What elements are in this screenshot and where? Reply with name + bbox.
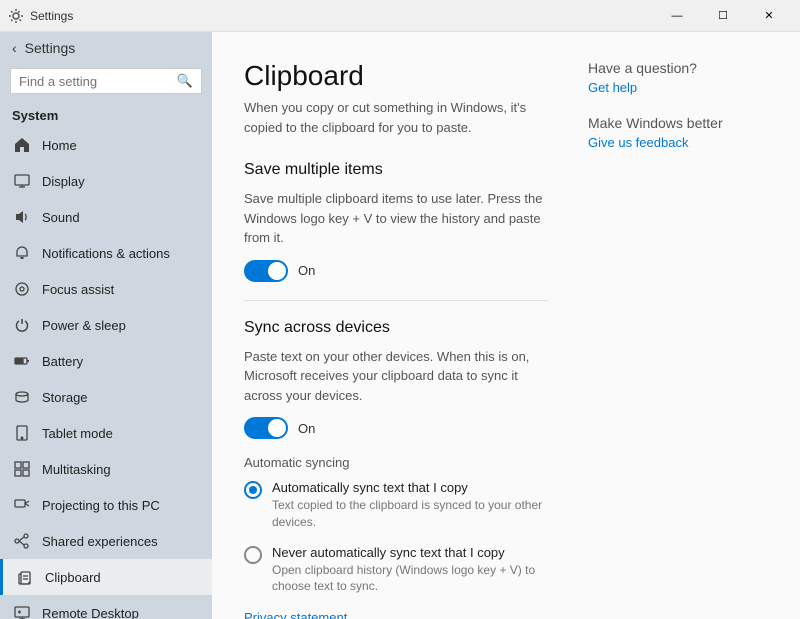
titlebar-controls: — ☐ ✕ [654, 0, 792, 32]
titlebar-left: Settings [8, 8, 73, 24]
sync-section-title: Sync across devices [244, 319, 548, 337]
clipboard-icon [15, 569, 35, 585]
sidebar-item-label-sound: Sound [42, 210, 200, 225]
radio-auto-label: Automatically sync text that I copy [272, 480, 548, 495]
sidebar-back[interactable]: ‹ Settings [0, 32, 212, 64]
sidebar-item-sound[interactable]: Sound [0, 199, 212, 235]
sync-toggle-label: On [298, 421, 315, 436]
radio-auto[interactable] [244, 481, 262, 499]
titlebar-title: Settings [30, 9, 73, 23]
sidebar-item-label-notifications: Notifications & actions [42, 246, 200, 261]
projecting-icon [12, 497, 32, 513]
focus-icon [12, 281, 32, 297]
sidebar-item-shared[interactable]: Shared experiences [0, 523, 212, 559]
privacy-statement-link[interactable]: Privacy statement [244, 610, 347, 619]
get-help-link[interactable]: Get help [588, 80, 768, 95]
radio-item-auto: Automatically sync text that I copy Text… [244, 480, 548, 531]
sidebar-item-remote[interactable]: Remote Desktop [0, 595, 212, 619]
save-toggle-row: On [244, 260, 548, 282]
sidebar-section-label: System [0, 104, 212, 127]
shared-icon [12, 533, 32, 549]
sync-toggle[interactable] [244, 417, 288, 439]
search-input[interactable] [19, 74, 159, 89]
content-area: Clipboard When you copy or cut something… [212, 32, 800, 619]
sidebar-item-clipboard[interactable]: Clipboard [0, 559, 212, 595]
radio-never[interactable] [244, 546, 262, 564]
sidebar-item-label-clipboard: Clipboard [45, 570, 200, 585]
search-icon: 🔍 [177, 73, 193, 89]
sidebar-item-label-battery: Battery [42, 354, 200, 369]
sidebar-item-battery[interactable]: Battery [0, 343, 212, 379]
radio-never-label: Never automatically sync text that I cop… [272, 545, 548, 560]
sidebar-item-label-display: Display [42, 174, 200, 189]
settings-app-icon [8, 8, 24, 24]
sidebar-item-label-projecting: Projecting to this PC [42, 498, 200, 513]
sidebar-item-tablet[interactable]: Tablet mode [0, 415, 212, 451]
sidebar-item-label-remote: Remote Desktop [42, 606, 200, 619]
sidebar-item-label-power: Power & sleep [42, 318, 200, 333]
radio-never-content: Never automatically sync text that I cop… [272, 545, 548, 596]
sync-section-desc: Paste text on your other devices. When t… [244, 347, 548, 406]
tablet-icon [12, 425, 32, 441]
close-button[interactable]: ✕ [746, 0, 792, 32]
sidebar-item-label-home: Home [42, 138, 200, 153]
auto-sync-label: Automatic syncing [244, 455, 548, 470]
page-title: Clipboard [244, 60, 548, 92]
app-container: ‹ Settings 🔍 System Home Display Sound [0, 32, 800, 619]
display-icon [12, 173, 32, 189]
save-section-title: Save multiple items [244, 161, 548, 179]
sidebar-item-label-storage: Storage [42, 390, 200, 405]
feedback-link[interactable]: Give us feedback [588, 135, 768, 150]
sidebar-back-label: Settings [25, 40, 76, 56]
home-icon [12, 137, 32, 153]
sidebar-item-label-shared: Shared experiences [42, 534, 200, 549]
minimize-button[interactable]: — [654, 0, 700, 32]
help-sidebar: Have a question? Get help Make Windows b… [588, 60, 768, 591]
radio-never-sublabel: Open clipboard history (Windows logo key… [272, 562, 548, 596]
sound-icon [12, 209, 32, 225]
save-section-desc: Save multiple clipboard items to use lat… [244, 189, 548, 248]
sidebar-search-box: 🔍 [10, 68, 202, 94]
divider-1 [244, 300, 548, 301]
sidebar-item-label-focus: Focus assist [42, 282, 200, 297]
back-arrow-icon: ‹ [12, 40, 17, 56]
content-main: Clipboard When you copy or cut something… [244, 60, 548, 591]
sidebar-item-projecting[interactable]: Projecting to this PC [0, 487, 212, 523]
sidebar-item-storage[interactable]: Storage [0, 379, 212, 415]
sidebar-item-power[interactable]: Power & sleep [0, 307, 212, 343]
radio-item-never: Never automatically sync text that I cop… [244, 545, 548, 596]
maximize-button[interactable]: ☐ [700, 0, 746, 32]
radio-auto-sublabel: Text copied to the clipboard is synced t… [272, 497, 548, 531]
sidebar-item-multitasking[interactable]: Multitasking [0, 451, 212, 487]
sidebar-item-notifications[interactable]: Notifications & actions [0, 235, 212, 271]
sidebar-item-home[interactable]: Home [0, 127, 212, 163]
sync-toggle-row: On [244, 417, 548, 439]
radio-auto-content: Automatically sync text that I copy Text… [272, 480, 548, 531]
power-icon [12, 317, 32, 333]
storage-icon [12, 389, 32, 405]
help-windows-title: Make Windows better [588, 115, 768, 131]
save-toggle-label: On [298, 263, 315, 278]
sidebar-item-label-tablet: Tablet mode [42, 426, 200, 441]
battery-icon [12, 353, 32, 369]
save-toggle[interactable] [244, 260, 288, 282]
remote-icon [12, 605, 32, 619]
notifications-icon [12, 245, 32, 261]
page-subtitle: When you copy or cut something in Window… [244, 98, 548, 137]
help-question-title: Have a question? [588, 60, 768, 76]
sidebar: ‹ Settings 🔍 System Home Display Sound [0, 32, 212, 619]
sidebar-item-display[interactable]: Display [0, 163, 212, 199]
titlebar: Settings — ☐ ✕ [0, 0, 800, 32]
multitasking-icon [12, 461, 32, 477]
sidebar-item-label-multitasking: Multitasking [42, 462, 200, 477]
sidebar-item-focus[interactable]: Focus assist [0, 271, 212, 307]
